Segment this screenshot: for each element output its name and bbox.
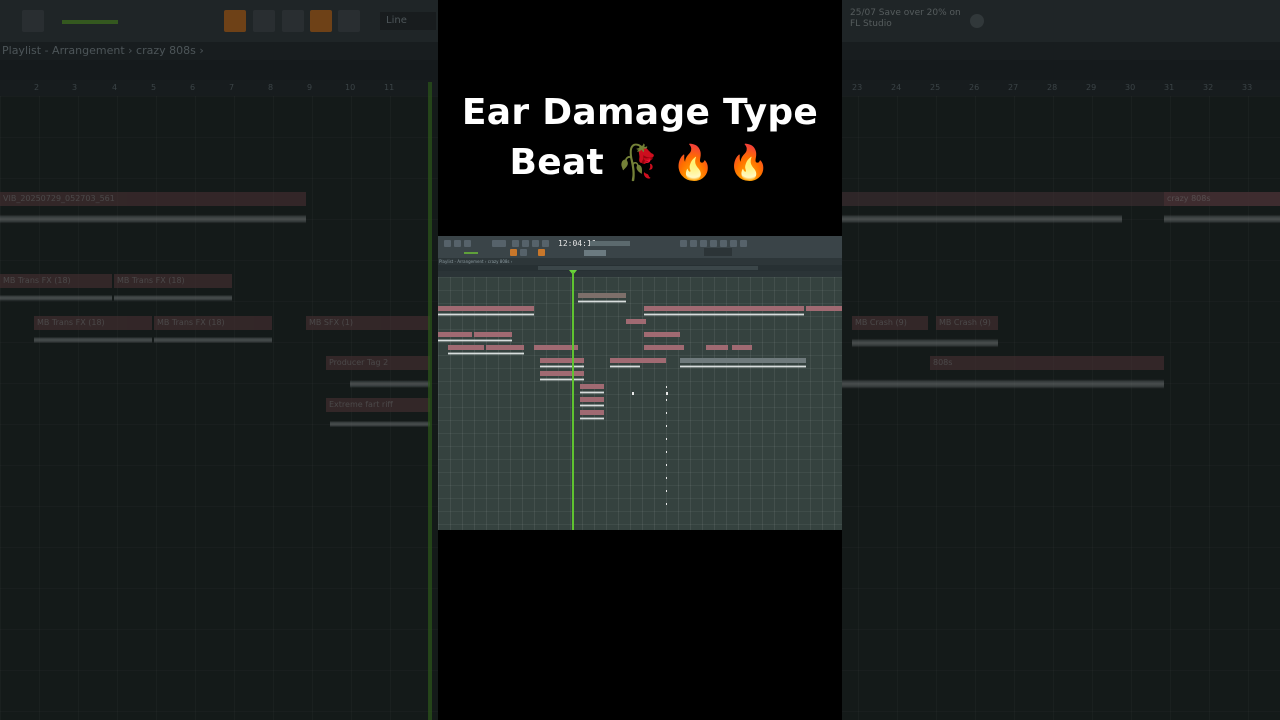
mixer-icon	[690, 240, 697, 247]
channel-rack-icon	[700, 240, 707, 247]
fire-icon: 🔥	[672, 143, 716, 183]
volume-slider	[464, 252, 478, 254]
clip-header	[706, 345, 728, 350]
pattern-icon	[512, 240, 519, 247]
clip-header	[644, 332, 680, 337]
clip-waveform	[438, 338, 512, 343]
clip-waveform	[580, 403, 604, 408]
clip-header	[486, 345, 524, 350]
clip-waveform	[448, 351, 524, 356]
tempo-display	[492, 240, 506, 247]
browser-icon	[720, 240, 727, 247]
song-icon	[522, 240, 529, 247]
caption-line-2-text: Beat	[509, 142, 605, 183]
clip-header	[438, 332, 472, 337]
play-icon	[454, 240, 461, 247]
clip-waveform	[578, 299, 626, 304]
clip-header	[474, 332, 512, 337]
automation-markers	[666, 386, 667, 516]
stop-icon	[464, 240, 471, 247]
clip-header	[580, 410, 604, 415]
piano-roll-icon	[710, 240, 717, 247]
daw-toolbar: 12:04:11	[438, 236, 842, 258]
waveform-monitor	[590, 241, 630, 246]
clip-waveform	[610, 364, 640, 369]
clip-header	[578, 293, 626, 298]
clip-header	[806, 306, 842, 311]
clip-header	[680, 358, 806, 363]
clip-waveform	[540, 377, 584, 382]
clip-header	[732, 345, 752, 350]
link-icon	[538, 249, 545, 256]
metronome-icon	[532, 240, 539, 247]
clip-header	[610, 358, 666, 363]
wilted-rose-icon: 🥀	[616, 143, 660, 183]
fire-icon: 🔥	[727, 143, 771, 183]
clip-header	[644, 306, 804, 311]
caption-line-2: Beat 🥀 🔥 🔥	[438, 138, 842, 188]
clip-header	[540, 358, 584, 363]
clip-header	[580, 397, 604, 402]
loop-icon	[542, 240, 549, 247]
playhead	[572, 272, 574, 530]
daw-screenshot: 12:04:11 Playlist - Arrangement › crazy …	[438, 236, 842, 530]
clip-header	[448, 345, 484, 350]
clip-waveform	[680, 364, 806, 369]
clip-header	[438, 306, 534, 311]
clip-header	[626, 319, 646, 324]
arrow-icon	[520, 249, 527, 256]
clip-header	[540, 371, 584, 376]
piano-icon	[510, 249, 517, 256]
record-icon	[444, 240, 451, 247]
clip-header	[644, 345, 684, 350]
caption: Ear Damage Type Beat 🥀 🔥 🔥	[438, 88, 842, 188]
caption-line-1: Ear Damage Type	[461, 92, 819, 133]
plugin-icon	[730, 240, 737, 247]
help-icon	[740, 240, 747, 247]
daw-breadcrumb: Playlist - Arrangement › crazy 808s ›	[438, 258, 842, 265]
clip-waveform	[540, 364, 584, 369]
clip-header	[580, 384, 604, 389]
clip-marker	[632, 392, 634, 395]
settings-icon	[680, 240, 687, 247]
clip-waveform	[438, 312, 534, 317]
clip-waveform	[580, 390, 604, 395]
pattern-selector	[584, 250, 606, 256]
promo-box	[704, 248, 732, 256]
clip-waveform	[644, 312, 804, 317]
clip-waveform	[580, 416, 604, 421]
